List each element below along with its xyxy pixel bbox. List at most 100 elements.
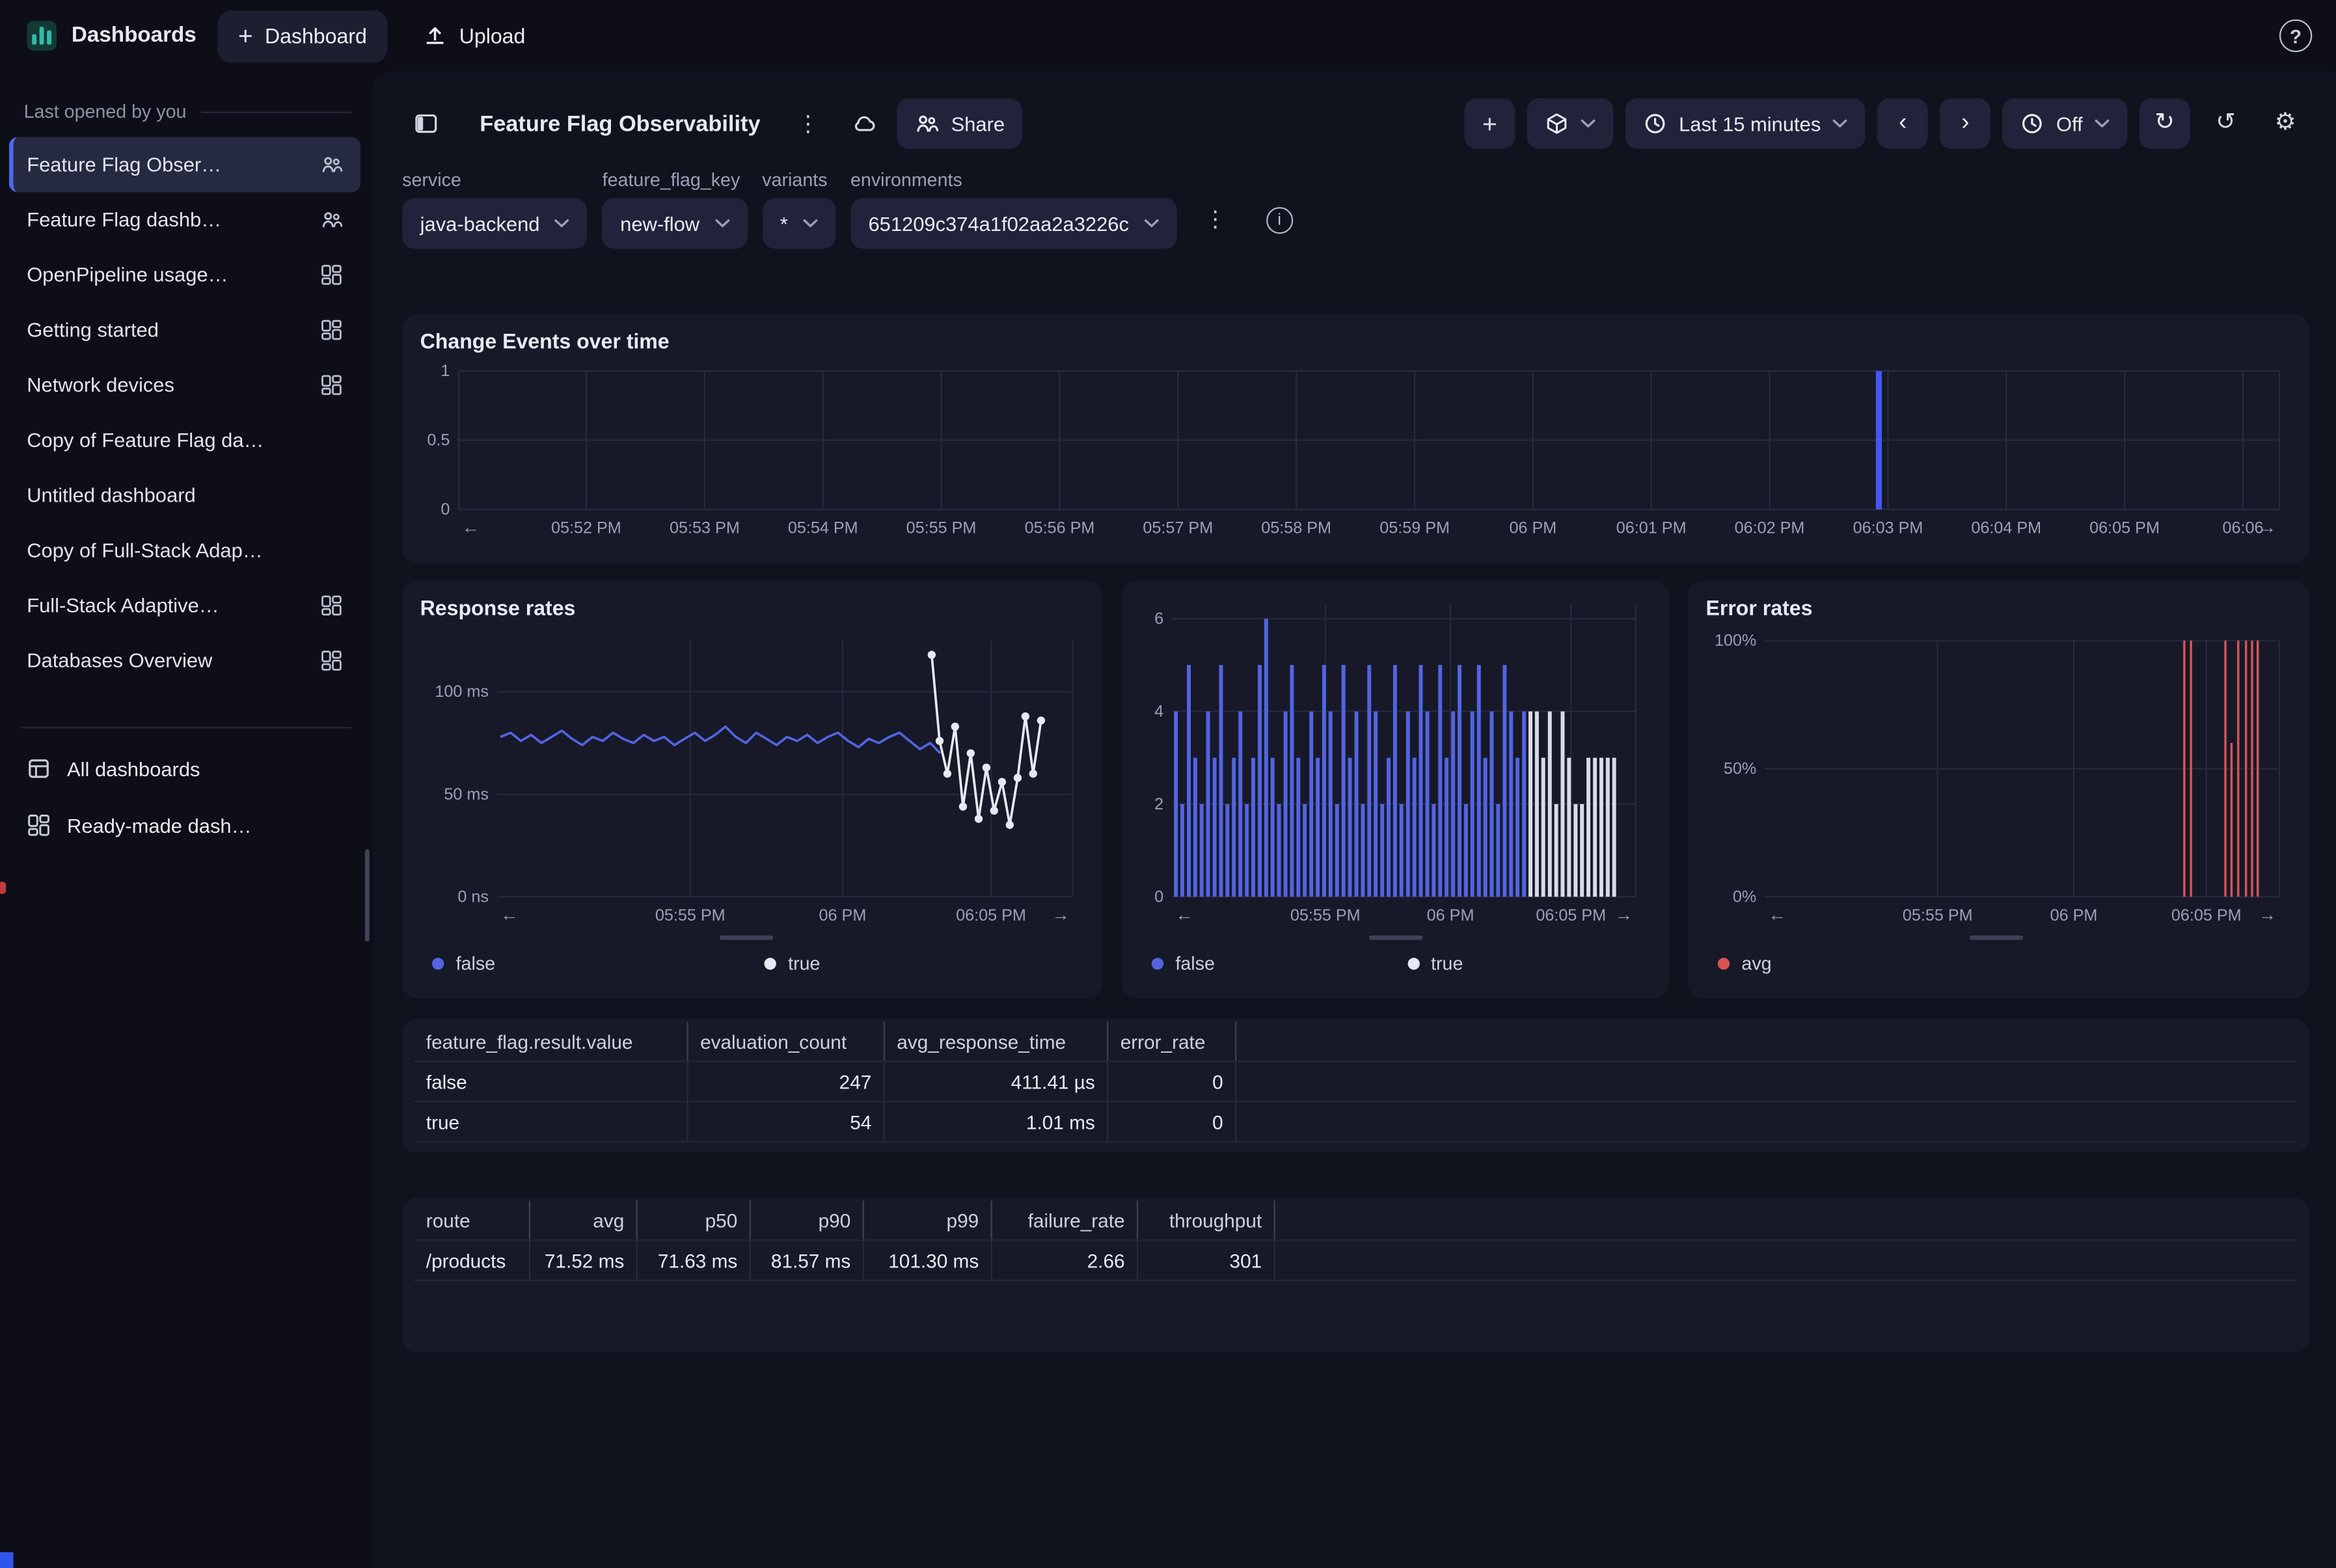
panel-title: Change Events over time	[420, 329, 2292, 353]
history-icon: ↺	[2216, 112, 2236, 136]
panel-evaluation-counts: 024605:55 PM06 PM06:05 PM←→ falsetrue	[1122, 581, 1668, 998]
auto-refresh-dropdown[interactable]: Off	[2003, 98, 2128, 149]
sidebar-item-full-stack-adaptive[interactable]: Full-Stack Adaptive…	[9, 578, 360, 633]
column-header[interactable]: avg	[530, 1200, 638, 1239]
page-title: Feature Flag Observability	[480, 111, 760, 137]
table-cell: 301	[1138, 1241, 1275, 1280]
column-header[interactable]: route	[414, 1200, 530, 1239]
error-rates-chart[interactable]: 0%50%100%05:55 PM06 PM06:05 PM←→	[1705, 629, 2291, 936]
column-header[interactable]: p50	[638, 1200, 751, 1239]
filter-label-feature-flag-key: feature_flag_key	[603, 170, 748, 191]
table-row[interactable]: /products 71.52 ms 71.63 ms 81.57 ms 101…	[414, 1241, 2297, 1281]
svg-text:→: →	[1052, 904, 1069, 925]
info-icon[interactable]: i	[1266, 207, 1293, 234]
service-filter-dropdown[interactable]: java-backend	[402, 198, 588, 249]
legend-item[interactable]: false	[420, 953, 753, 974]
column-header[interactable]: failure_rate	[992, 1200, 1138, 1239]
new-dashboard-label: Dashboard	[265, 24, 367, 48]
sidebar-item-feature-flag-dashboard[interactable]: Feature Flag dashb…	[9, 192, 360, 247]
dashboard-icon	[27, 813, 51, 837]
sidebar-item-label: Getting started	[27, 319, 159, 341]
column-header[interactable]: evaluation_count	[688, 1022, 885, 1061]
svg-text:05:53 PM: 05:53 PM	[670, 519, 740, 537]
legend-item[interactable]: true	[1395, 953, 1651, 974]
refresh-button[interactable]: ↻	[2139, 98, 2190, 149]
kebab-icon: ⋮	[1204, 208, 1227, 230]
sidebar-footer: All dashboards Ready-made dash…	[9, 740, 360, 854]
settings-button[interactable]: ⚙	[2261, 98, 2309, 149]
evaluation-counts-chart[interactable]: 024605:55 PM06 PM06:05 PM←→	[1139, 596, 1650, 936]
column-header[interactable]: feature_flag.result.value	[414, 1022, 688, 1061]
svg-text:06:06: 06:06	[2223, 519, 2264, 537]
collapse-sidebar-button[interactable]	[402, 98, 450, 149]
svg-text:06:05 PM: 06:05 PM	[2171, 906, 2242, 925]
app-home-link[interactable]: Dashboards	[27, 21, 197, 51]
time-scrollbar[interactable]	[1705, 936, 2291, 945]
legend-dot	[1718, 958, 1730, 969]
sidebar-item-label: Feature Flag dashb…	[27, 209, 221, 231]
sidebar-item-ready-made-dashboards[interactable]: Ready-made dash…	[9, 797, 360, 854]
table-cell: 101.30 ms	[864, 1241, 992, 1280]
environments-filter-dropdown[interactable]: 651209c374a1f02aa2a3226c	[850, 198, 1176, 249]
column-header[interactable]: error_rate	[1108, 1022, 1236, 1061]
sidebar-item-untitled-dashboard[interactable]: Untitled dashboard	[9, 468, 360, 523]
sidebar-item-copy-of-full-stack[interactable]: Copy of Full-Stack Adap…	[9, 523, 360, 578]
svg-text:06:02 PM: 06:02 PM	[1735, 519, 1805, 537]
legend-item[interactable]: avg	[1705, 953, 1771, 974]
dashboard-menu-button[interactable]: ⋮	[784, 98, 832, 149]
sidebar-item-feature-flag-observability[interactable]: Feature Flag Obser…	[9, 137, 360, 193]
new-dashboard-button[interactable]: + Dashboard	[217, 10, 388, 62]
svg-text:50 ms: 50 ms	[444, 785, 489, 804]
add-widget-button[interactable]: +	[1464, 98, 1515, 149]
svg-text:06 PM: 06 PM	[2050, 906, 2098, 925]
column-header-filler	[1275, 1200, 2298, 1239]
sidebar-item-label: Copy of Full-Stack Adap…	[27, 539, 262, 561]
table-cell: 0	[1108, 1062, 1236, 1101]
time-back-button[interactable]: ‹	[1877, 98, 1928, 149]
question-icon: ?	[2290, 25, 2302, 47]
svg-text:06 PM: 06 PM	[819, 906, 867, 925]
table-row[interactable]: false 247 411.41 µs 0	[414, 1062, 2297, 1102]
legend-item[interactable]: true	[752, 953, 1085, 974]
column-header[interactable]: p90	[751, 1200, 864, 1239]
sidebar-item-network-devices[interactable]: Network devices	[9, 357, 360, 412]
column-header[interactable]: p99	[864, 1200, 992, 1239]
legend-item[interactable]: false	[1139, 953, 1395, 974]
column-header[interactable]: avg_response_time	[885, 1022, 1108, 1061]
scope-dropdown[interactable]	[1527, 98, 1614, 149]
help-button[interactable]: ?	[2279, 20, 2312, 52]
table-row[interactable]: true 54 1.01 ms 0	[414, 1102, 2297, 1142]
change-events-chart[interactable]: 00.5105:52 PM05:53 PM05:54 PM05:55 PM05:…	[420, 362, 2292, 548]
upload-button[interactable]: Upload	[409, 10, 540, 62]
feature-flag-key-filter-dropdown[interactable]: new-flow	[603, 198, 748, 249]
charts-row: Response rates 0 ns50 ms100 ms05:55 PM06…	[402, 581, 2309, 998]
sidebar-item-openpipeline-usage[interactable]: OpenPipeline usage…	[9, 247, 360, 303]
svg-text:→: →	[2259, 517, 2276, 537]
flag-results-table: feature_flag.result.value evaluation_cou…	[402, 1019, 2309, 1153]
sidebar-item-copy-of-feature-flag[interactable]: Copy of Feature Flag da…	[9, 412, 360, 468]
time-forward-button[interactable]: ›	[1940, 98, 1990, 149]
sidebar-item-databases-overview[interactable]: Databases Overview	[9, 633, 360, 688]
filter-label-environments: environments	[850, 170, 1176, 191]
time-range-dropdown[interactable]: Last 15 minutes	[1625, 98, 1866, 149]
time-scrollbar[interactable]	[420, 936, 1085, 945]
filters-menu-button[interactable]: ⋮	[1191, 194, 1239, 245]
svg-text:06:01 PM: 06:01 PM	[1616, 519, 1687, 537]
variants-filter-dropdown[interactable]: *	[762, 198, 835, 249]
svg-text:06:05 PM: 06:05 PM	[1536, 906, 1606, 925]
sidebar-item-getting-started[interactable]: Getting started	[9, 303, 360, 358]
chevron-down-icon	[714, 219, 729, 228]
legend-dot	[765, 958, 776, 969]
scrollbar-thumb[interactable]	[365, 849, 370, 941]
sidebar-item-all-dashboards[interactable]: All dashboards	[9, 740, 360, 797]
publish-button[interactable]	[841, 98, 888, 149]
svg-text:0 ns: 0 ns	[457, 887, 489, 906]
column-header[interactable]: throughput	[1138, 1200, 1275, 1239]
history-button[interactable]: ↺	[2202, 98, 2249, 149]
share-button[interactable]: Share	[897, 98, 1022, 149]
time-scrollbar[interactable]	[1139, 936, 1650, 945]
dashboard-icon	[320, 595, 342, 617]
environments-filter-value: 651209c374a1f02aa2a3226c	[868, 212, 1128, 234]
response-rates-chart[interactable]: 0 ns50 ms100 ms05:55 PM06 PM06:05 PM←→	[420, 629, 1085, 936]
chevron-down-icon	[1144, 219, 1159, 228]
